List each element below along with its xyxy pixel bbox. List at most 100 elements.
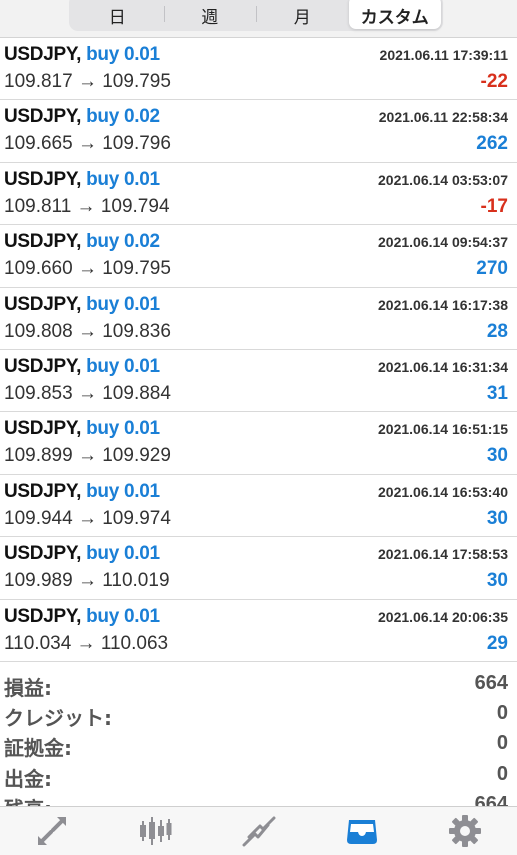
period-segmented-control: 日 週 月 カスタム [69, 0, 443, 31]
trade-profit: 262 [476, 133, 508, 155]
tab-week[interactable]: 週 [163, 0, 257, 29]
trade-row[interactable]: USDJPY, buy 0.02 2021.06.14 09:54:37 109.6… [0, 225, 517, 288]
trade-prices: 109.944 → 109.974 [4, 507, 171, 529]
trade-pair: USDJPY, [4, 418, 82, 440]
trade-symbol: USDJPY, buy 0.01 [4, 44, 160, 66]
account-summary: 損益: 664 クレジット: 0 証拠金: 0 出金: 0 残高: 664 [0, 669, 517, 806]
trade-row[interactable]: USDJPY, buy 0.01 2021.06.14 16:31:34 109.8… [0, 350, 517, 413]
period-bar: 日 週 月 カスタム [0, 0, 517, 38]
trade-profit: 30 [486, 507, 508, 529]
tab-quotes[interactable] [0, 807, 103, 855]
trade-symbol: USDJPY, buy 0.01 [4, 294, 160, 316]
trade-pair: USDJPY, [4, 355, 82, 377]
trade-profit: -17 [480, 195, 508, 217]
tab-trade[interactable] [207, 807, 310, 855]
trade-profit: -22 [480, 71, 508, 92]
trade-row[interactable]: USDJPY, buy 0.01 2021.06.14 16:17:38 109.8… [0, 288, 517, 350]
history-inbox-icon [346, 820, 377, 844]
trade-time: 2021.06.14 20:06:35 [378, 608, 508, 625]
trade-pair: USDJPY, [4, 293, 82, 315]
trade-row[interactable]: USDJPY, buy 0.02 2021.06.11 22:58:34 109.6… [0, 100, 517, 163]
trade-time: 2021.06.14 03:53:07 [378, 171, 508, 188]
trade-symbol: USDJPY, buy 0.02 [4, 106, 160, 128]
summary-value: 0 [496, 762, 508, 785]
tab-day[interactable]: 日 [71, 0, 164, 29]
trade-prices: 109.665 → 109.796 [4, 133, 171, 155]
trade-pair: USDJPY, [4, 168, 82, 190]
trade-time: 2021.06.11 22:58:34 [378, 109, 508, 126]
trade-row[interactable]: USDJPY, buy 0.01 2021.06.11 17:39:11 109.8… [0, 38, 517, 101]
trade-row[interactable]: USDJPY, buy 0.01 2021.06.14 20:06:35 110.0… [0, 600, 517, 662]
gear-icon [449, 815, 482, 847]
trade-symbol: USDJPY, buy 0.01 [4, 169, 160, 191]
tab-month[interactable]: 月 [256, 0, 349, 29]
trade-prices: 109.808 → 109.836 [4, 320, 171, 342]
summary-value: 664 [474, 672, 508, 694]
trade-prices: 110.034 → 110.063 [4, 632, 169, 654]
tab-settings[interactable] [414, 807, 517, 855]
trade-side-volume: buy 0.01 [86, 605, 160, 627]
summary-row: 出金: 0 [0, 760, 517, 791]
trade-pair: USDJPY, [4, 543, 82, 565]
candlestick-chart-icon [140, 817, 172, 845]
trade-time: 2021.06.14 16:31:34 [378, 358, 508, 375]
summary-label: 損益: [4, 676, 52, 700]
trade-prices: 109.853 → 109.884 [4, 382, 171, 404]
trade-profit: 30 [486, 445, 508, 467]
summary-value: 0 [496, 702, 508, 725]
trade-pair: USDJPY, [4, 44, 82, 65]
summary-row: 損益: 664 [0, 669, 517, 700]
summary-label: 残高: [4, 793, 52, 806]
trade-profit: 29 [486, 632, 508, 654]
trade-side-volume: buy 0.01 [86, 355, 160, 377]
tab-history[interactable] [310, 807, 413, 855]
summary-row: クレジット: 0 [0, 699, 517, 731]
trade-prices: 109.811 → 109.794 [4, 195, 170, 217]
trade-pair: USDJPY, [4, 231, 82, 253]
trade-row[interactable]: USDJPY, buy 0.01 2021.06.14 03:53:07 109.8… [0, 163, 517, 226]
trade-side-volume: buy 0.02 [86, 106, 160, 128]
trade-symbol: USDJPY, buy 0.01 [4, 543, 160, 565]
trade-pair: USDJPY, [4, 480, 82, 502]
trade-prices: 109.817 → 109.795 [4, 71, 171, 92]
trade-arrows-icon [37, 817, 66, 845]
tab-custom[interactable]: カスタム [348, 0, 441, 29]
trade-side-volume: buy 0.01 [86, 418, 160, 440]
summary-label: 証拠金: [4, 736, 72, 761]
trade-time: 2021.06.14 09:54:37 [378, 234, 508, 251]
trade-profit: 31 [486, 382, 508, 404]
trade-prices: 109.989 → 110.019 [4, 570, 170, 592]
trade-time: 2021.06.14 16:17:38 [378, 296, 508, 313]
trade-symbol: USDJPY, buy 0.02 [4, 231, 160, 253]
trade-profit: 270 [476, 258, 508, 280]
trade-row[interactable]: USDJPY, buy 0.01 2021.06.14 17:58:53 109.9… [0, 537, 517, 600]
trade-time: 2021.06.14 17:58:53 [378, 546, 508, 563]
trade-symbol: USDJPY, buy 0.01 [4, 481, 160, 503]
trade-prices: 109.899 → 109.929 [4, 445, 171, 467]
trade-history-list: USDJPY, buy 0.01 2021.06.11 17:39:11 109.8… [0, 38, 517, 662]
trade-side-volume: buy 0.01 [86, 480, 160, 502]
trade-side-volume: buy 0.01 [86, 543, 160, 565]
trade-symbol: USDJPY, buy 0.01 [4, 418, 160, 440]
summary-value: 0 [496, 732, 508, 755]
trade-side-volume: buy 0.01 [86, 293, 160, 315]
bottom-tab-bar [0, 806, 517, 855]
summary-row: 証拠金: 0 [0, 729, 517, 761]
trade-prices: 109.660 → 109.795 [4, 258, 171, 280]
summary-label: 出金: [4, 766, 52, 791]
trade-profit: 28 [486, 320, 508, 342]
trend-line-icon [242, 816, 276, 847]
summary-label: クレジット: [4, 706, 112, 731]
trade-side-volume: buy 0.01 [86, 44, 160, 65]
trade-side-volume: buy 0.01 [86, 168, 160, 190]
trade-profit: 30 [486, 570, 508, 592]
trade-row[interactable]: USDJPY, buy 0.01 2021.06.14 16:53:40 109.9… [0, 475, 517, 538]
trade-row[interactable]: USDJPY, buy 0.01 2021.06.14 16:51:15 109.8… [0, 412, 517, 475]
tab-chart[interactable] [103, 807, 206, 855]
summary-row: 残高: 664 [0, 790, 517, 806]
trade-time: 2021.06.14 16:53:40 [378, 483, 508, 500]
trade-pair: USDJPY, [4, 106, 82, 128]
trade-time: 2021.06.14 16:51:15 [378, 421, 508, 438]
trade-time: 2021.06.11 17:39:11 [379, 47, 508, 63]
summary-value: 664 [474, 792, 508, 806]
